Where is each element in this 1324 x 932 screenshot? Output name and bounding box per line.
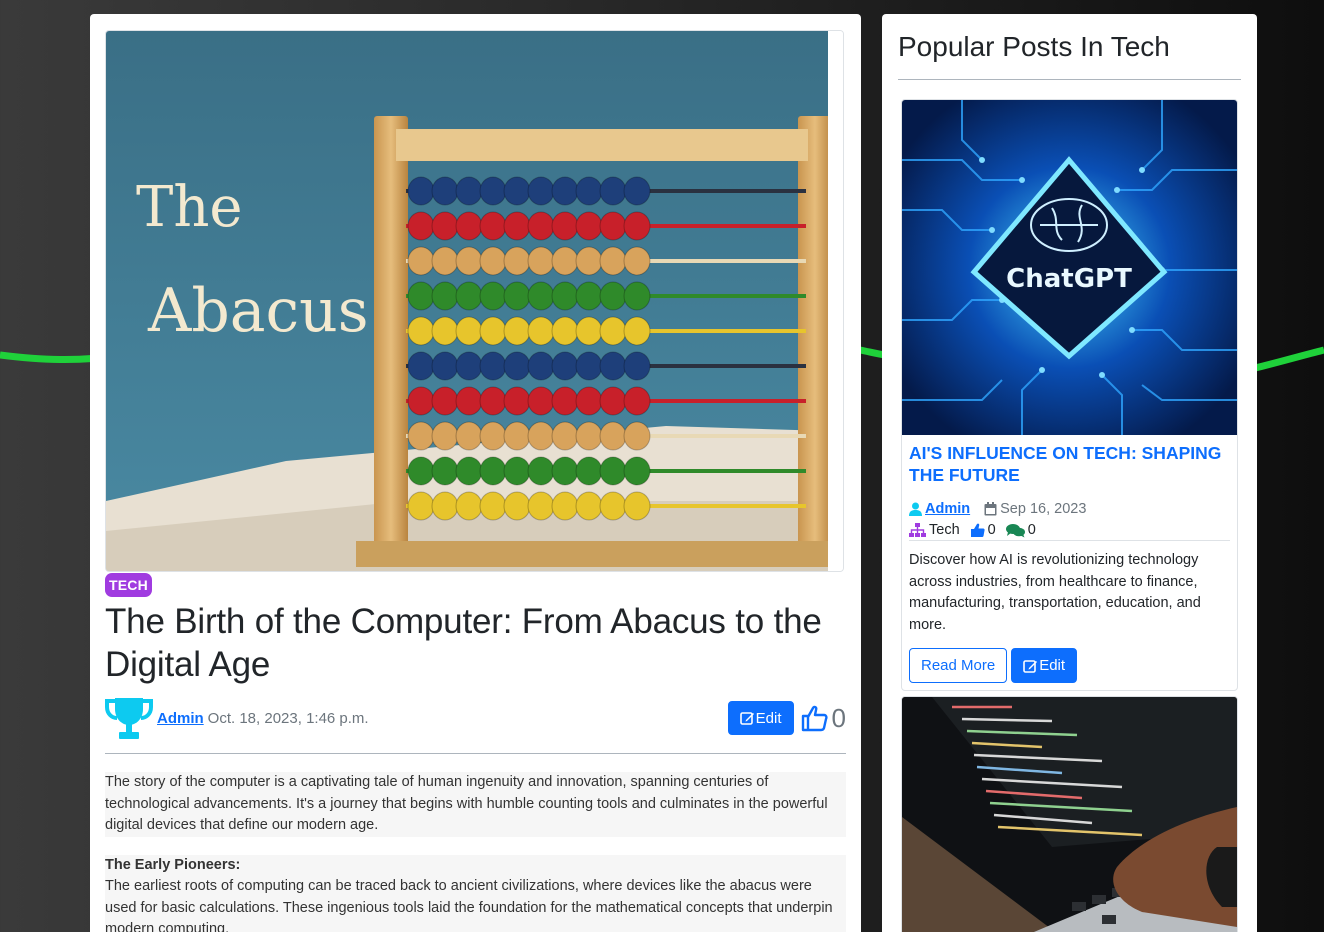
edit-popular-post-label: Edit <box>1039 657 1066 674</box>
popular-post-comments: 0 <box>1027 522 1036 538</box>
article-card: The Abacus TECH The Birth of the Compute… <box>90 14 861 932</box>
like-count: 0 <box>831 702 846 733</box>
category-badge[interactable]: TECH <box>105 573 152 597</box>
read-more-button[interactable]: Read More <box>909 648 1008 683</box>
hero-handwriting-the: The <box>136 175 243 240</box>
edit-icon <box>739 712 754 725</box>
chatgpt-image-label: ChatGPT <box>1006 264 1132 294</box>
trophy-icon <box>105 698 153 739</box>
sidebar-divider <box>898 79 1241 80</box>
edit-icon <box>1023 659 1038 673</box>
popular-post-title[interactable]: AI's Influence on Tech: Shaping the Futu… <box>909 442 1230 486</box>
divider <box>105 753 846 754</box>
edit-post-label: Edit <box>755 709 782 727</box>
edit-popular-post-button[interactable]: Edit <box>1011 648 1078 683</box>
sitemap-icon <box>909 523 926 537</box>
popular-post-author[interactable]: Admin <box>925 501 970 517</box>
sidebar-title: Popular Posts In Tech <box>898 31 1170 62</box>
section-heading: The Early Pioneers: <box>105 856 241 873</box>
comments-icon <box>1005 523 1025 537</box>
popular-post-category[interactable]: Tech <box>929 522 960 538</box>
section-early-pioneers: The Early Pioneers: The earliest roots o… <box>105 854 846 932</box>
thumbs-up-icon[interactable] <box>800 704 828 732</box>
intro-paragraph: The story of the computer is a captivati… <box>105 772 846 837</box>
section-text: The earliest roots of computing can be t… <box>105 878 833 932</box>
popular-posts-sidebar: Popular Posts In Tech ChatGPT AI'S INFLU… <box>882 14 1257 932</box>
thumbs-up-icon[interactable] <box>970 523 985 538</box>
popular-post-card: ChatGPT AI's Influence on Tech: Shaping … <box>901 99 1238 691</box>
edit-post-button[interactable]: Edit <box>727 701 794 735</box>
calendar-icon <box>984 502 997 516</box>
post-date: Oct. 18, 2023, 1:46 p.m. <box>207 709 369 727</box>
paragraph-text: The story of the computer is a captivati… <box>105 774 828 833</box>
post-title: The Birth of the Computer: From Abacus t… <box>105 602 822 684</box>
author-link[interactable]: Admin <box>157 710 204 727</box>
popular-post-excerpt: Discover how AI is revolutionizing techn… <box>909 552 1201 633</box>
article-hero-image: The Abacus <box>105 30 844 572</box>
post-meta: Admin Oct. 18, 2023, 1:46 p.m. Edit 0 <box>105 695 846 741</box>
laptop-coding-image[interactable] <box>902 697 1237 932</box>
hero-handwriting-abacus: Abacus <box>147 276 369 346</box>
popular-post-date: Sep 16, 2023 <box>1000 501 1087 517</box>
popular-post-card-2 <box>901 696 1238 932</box>
user-icon <box>909 502 922 516</box>
popular-post-likes: 0 <box>987 522 996 538</box>
chatgpt-post-image[interactable]: ChatGPT <box>902 100 1237 435</box>
